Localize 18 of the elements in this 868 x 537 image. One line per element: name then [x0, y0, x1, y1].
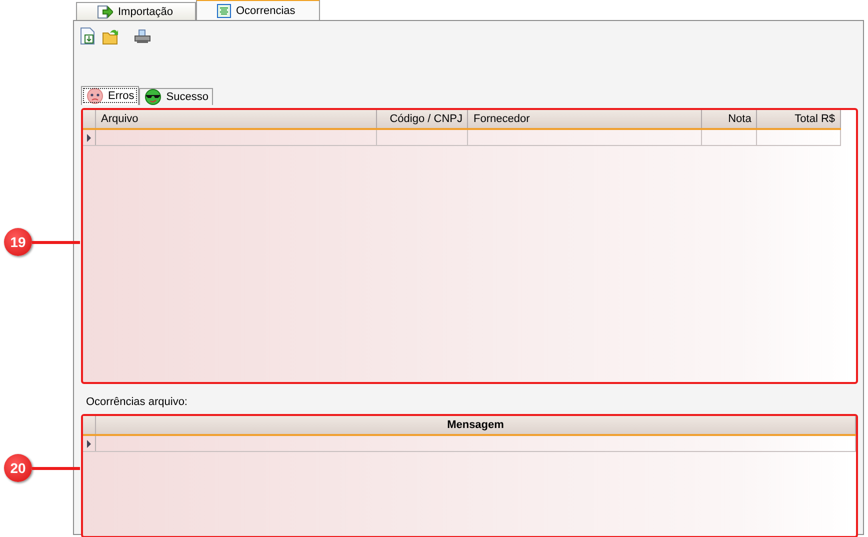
row-pointer-icon	[86, 134, 92, 142]
sunglasses-face-icon	[144, 89, 162, 105]
new-document-icon[interactable]	[80, 27, 96, 45]
printer-icon[interactable]	[134, 28, 151, 44]
tab[interactable]: Erros	[81, 86, 140, 105]
column-header[interactable]: Arquivo	[96, 110, 377, 128]
tab[interactable]: Ocorrencias	[196, 0, 320, 20]
column-header[interactable]: Código / CNPJ	[376, 110, 468, 128]
section-label: Ocorrências arquivo:	[86, 396, 188, 409]
list-icon	[217, 4, 231, 18]
tab[interactable]: Sucesso	[139, 88, 214, 105]
row-pointer-icon	[86, 440, 92, 448]
open-folder-icon[interactable]	[102, 28, 120, 44]
column-header[interactable]: Total R$	[757, 110, 842, 128]
column-header[interactable]: Nota	[702, 110, 758, 128]
column-header[interactable]: Fornecedor	[468, 110, 702, 128]
sad-face-icon	[86, 88, 104, 104]
tab[interactable]: Importação	[76, 2, 196, 20]
